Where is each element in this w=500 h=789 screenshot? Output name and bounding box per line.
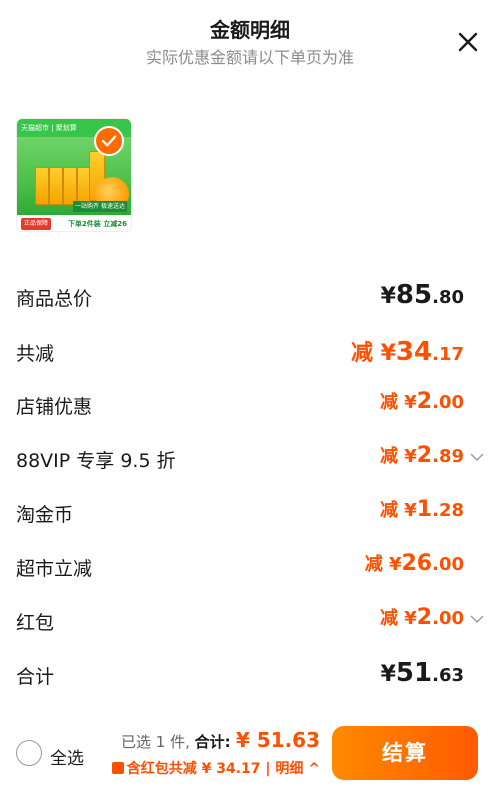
- row-value: 减 ¥26.00: [364, 551, 464, 576]
- row-label: 红包: [16, 612, 55, 634]
- juice-carton: [35, 167, 49, 205]
- checkmark-icon[interactable]: [94, 126, 124, 156]
- close-icon[interactable]: [456, 30, 480, 54]
- detail-toggle[interactable]: 明细 ^: [275, 761, 320, 777]
- row-red-packet[interactable]: 红包 减 ¥2.00: [16, 602, 484, 642]
- row-total-discount: 共减 减 ¥34.17: [16, 333, 484, 373]
- chevron-down-icon[interactable]: [470, 452, 484, 462]
- row-label: 88VIP 专享 9.5 折: [16, 450, 176, 472]
- row-value: 减 ¥2.00: [380, 605, 464, 630]
- juice-carton: [49, 167, 63, 205]
- discount-text: 含红包共减 ¥ 34.17 |: [126, 761, 276, 777]
- juice-carton: [63, 167, 77, 205]
- promo-strip: 一站购齐 极速送达: [73, 201, 127, 212]
- select-all-label[interactable]: 全选: [50, 744, 84, 769]
- sheet-header: 金额明细 实际优惠金额请以下单页为准: [0, 0, 500, 80]
- authentic-badge: 正品保障: [21, 218, 52, 230]
- row-88vip-discount[interactable]: 88VIP 专享 9.5 折 减 ¥2.89: [16, 440, 484, 480]
- row-value: ¥85.80: [380, 280, 464, 310]
- total-value: ¥ 51.63: [235, 728, 320, 752]
- discount-summary: 含红包共减 ¥ 34.17 | 明细 ^: [111, 758, 320, 778]
- row-grand-total: 合计 ¥51.63: [16, 656, 484, 696]
- row-label: 淘金币: [16, 504, 74, 526]
- row-label: 超市立减: [16, 558, 93, 580]
- sheet-subtitle: 实际优惠金额请以下单页为准: [145, 48, 354, 67]
- red-packet-icon: [111, 762, 124, 774]
- row-value: 减 ¥1.28: [380, 497, 464, 522]
- row-supermarket-discount: 超市立减 减 ¥26.00: [16, 548, 484, 588]
- row-goods-total: 商品总价 ¥85.80: [16, 278, 484, 318]
- row-label: 商品总价: [16, 288, 93, 310]
- row-value: ¥51.63: [380, 658, 464, 688]
- row-value: 减 ¥2.89: [380, 443, 464, 468]
- selected-count: 已选 1 件,: [121, 733, 195, 751]
- row-store-discount: 店铺优惠 减 ¥2.00: [16, 386, 484, 426]
- amount-detail-sheet: 金额明细 实际优惠金额请以下单页为准 天猫超市 | 聚划算 正品保障 一站购齐 …: [0, 0, 500, 789]
- row-value: 减 ¥34.17: [350, 337, 464, 367]
- row-label: 合计: [16, 666, 55, 688]
- row-value: 减 ¥2.00: [380, 389, 464, 414]
- order-summary: 已选 1 件, 合计: ¥ 51.63: [121, 728, 320, 752]
- thumbnail-footer: 正品保障 一站购齐 极速送达 下单2件装 立减26元: [17, 201, 131, 231]
- sheet-title: 金额明细: [210, 18, 290, 42]
- row-taojinbi: 淘金币 减 ¥1.28: [16, 494, 484, 534]
- checkout-button[interactable]: 结算: [332, 726, 478, 780]
- promo-text: 下单2件装 立减26元: [67, 220, 127, 228]
- row-label: 店铺优惠: [16, 396, 93, 418]
- chevron-down-icon[interactable]: [470, 614, 484, 624]
- row-label: 共减: [16, 343, 55, 365]
- select-all-radio[interactable]: [16, 740, 42, 766]
- total-label: 合计:: [194, 733, 236, 751]
